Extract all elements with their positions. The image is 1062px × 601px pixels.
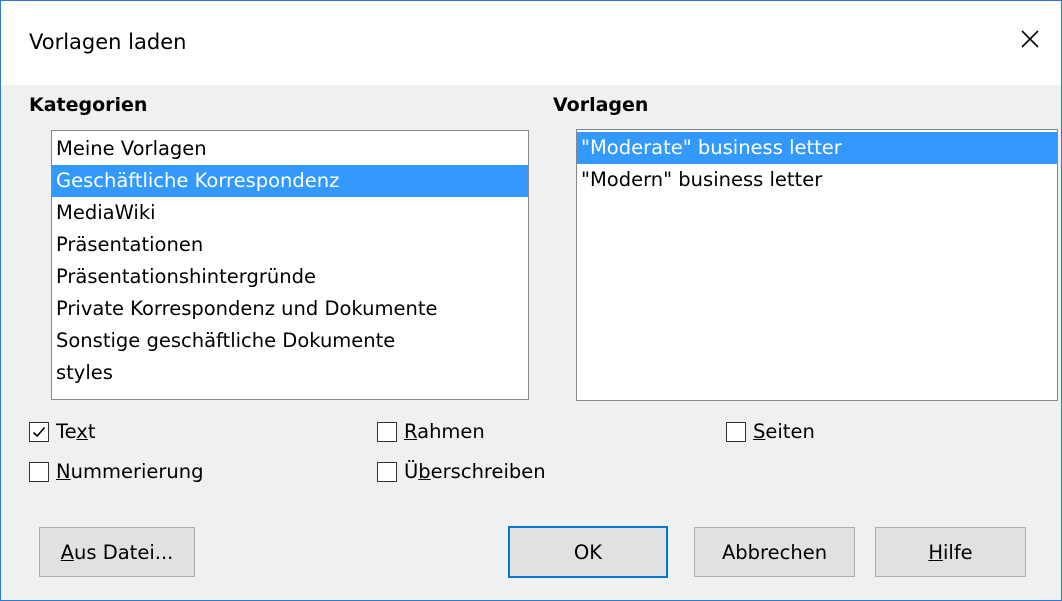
close-button[interactable] xyxy=(1005,17,1055,65)
category-list-item[interactable]: Geschäftliche Korrespondenz xyxy=(52,165,528,197)
load-templates-dialog: Vorlagen laden Kategorien Vorlagen Meine… xyxy=(0,0,1062,601)
overwrite-checkbox[interactable] xyxy=(377,462,397,482)
title-bar: Vorlagen laden xyxy=(1,1,1061,85)
pages-option-label: Seiten xyxy=(753,420,815,443)
pages-checkbox[interactable] xyxy=(726,422,746,442)
checkmark-icon xyxy=(32,426,46,438)
close-icon xyxy=(1020,29,1040,53)
cancel-button-label: Abbrechen xyxy=(721,540,828,564)
text-checkbox[interactable] xyxy=(29,422,49,442)
category-list-item[interactable]: styles xyxy=(52,357,528,389)
frames-checkbox[interactable] xyxy=(377,422,397,442)
from-file-button-label: Aus Datei... xyxy=(60,540,174,564)
category-list-item[interactable]: Präsentationshintergründe xyxy=(52,261,528,293)
numbering-option[interactable]: Nummerierung xyxy=(29,457,204,487)
ok-button[interactable]: OK xyxy=(508,526,668,578)
help-button-label: Hilfe xyxy=(928,540,973,564)
numbering-checkbox[interactable] xyxy=(29,462,49,482)
templates-listbox[interactable]: "Moderate" business letter "Modern" busin… xyxy=(576,129,1058,401)
category-list-item[interactable]: Meine Vorlagen xyxy=(52,133,528,165)
overwrite-option-label: Überschreiben xyxy=(404,460,546,483)
template-list-item[interactable]: "Moderate" business letter xyxy=(577,132,1057,164)
pages-option[interactable]: Seiten xyxy=(726,417,815,447)
text-option-label: Text xyxy=(56,420,96,443)
from-file-button[interactable]: Aus Datei... xyxy=(39,527,195,577)
categories-listbox[interactable]: Meine Vorlagen Geschäftliche Korresponden… xyxy=(51,130,529,400)
numbering-option-label: Nummerierung xyxy=(56,460,204,483)
frames-option[interactable]: Rahmen xyxy=(377,417,485,447)
category-list-item[interactable]: MediaWiki xyxy=(52,197,528,229)
category-list-item[interactable]: Private Korrespondenz und Dokumente xyxy=(52,293,528,325)
template-list-item[interactable]: "Modern" business letter xyxy=(577,164,1057,196)
help-button[interactable]: Hilfe xyxy=(875,527,1026,577)
category-list-item[interactable]: Sonstige geschäftliche Dokumente xyxy=(52,325,528,357)
dialog-title: Vorlagen laden xyxy=(29,30,187,54)
templates-label: Vorlagen xyxy=(553,94,649,116)
overwrite-option[interactable]: Überschreiben xyxy=(377,457,546,487)
ok-button-label: OK xyxy=(573,540,603,564)
frames-option-label: Rahmen xyxy=(404,420,485,443)
categories-label: Kategorien xyxy=(29,94,148,116)
cancel-button[interactable]: Abbrechen xyxy=(694,527,855,577)
category-list-item[interactable]: Präsentationen xyxy=(52,229,528,261)
text-option[interactable]: Text xyxy=(29,417,95,447)
